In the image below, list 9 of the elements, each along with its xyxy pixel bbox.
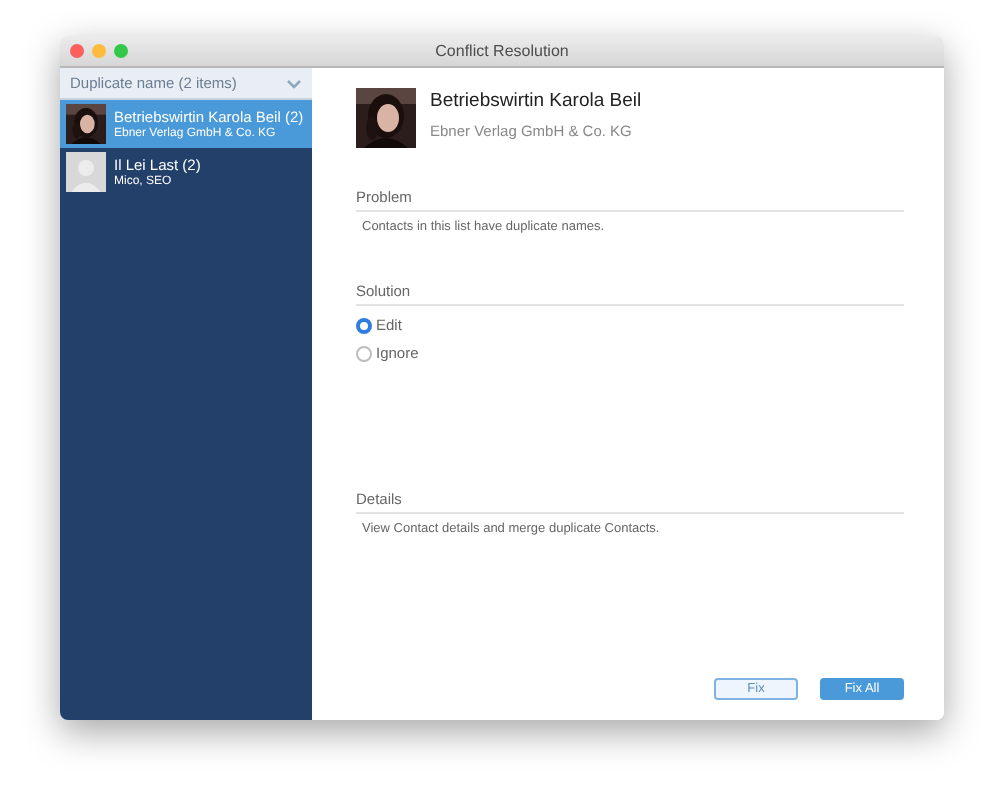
window-title: Conflict Resolution	[433, 42, 571, 60]
person-silhouette-icon	[66, 152, 106, 192]
minimize-button[interactable]	[92, 44, 106, 58]
contact-name: Betriebswirtin Karola Beil	[430, 90, 642, 112]
zoom-button[interactable]	[114, 44, 128, 58]
radio-button[interactable]	[356, 345, 372, 361]
chevron-icon	[286, 77, 302, 89]
close-button[interactable]	[70, 44, 84, 58]
radio-button[interactable]	[356, 317, 372, 333]
